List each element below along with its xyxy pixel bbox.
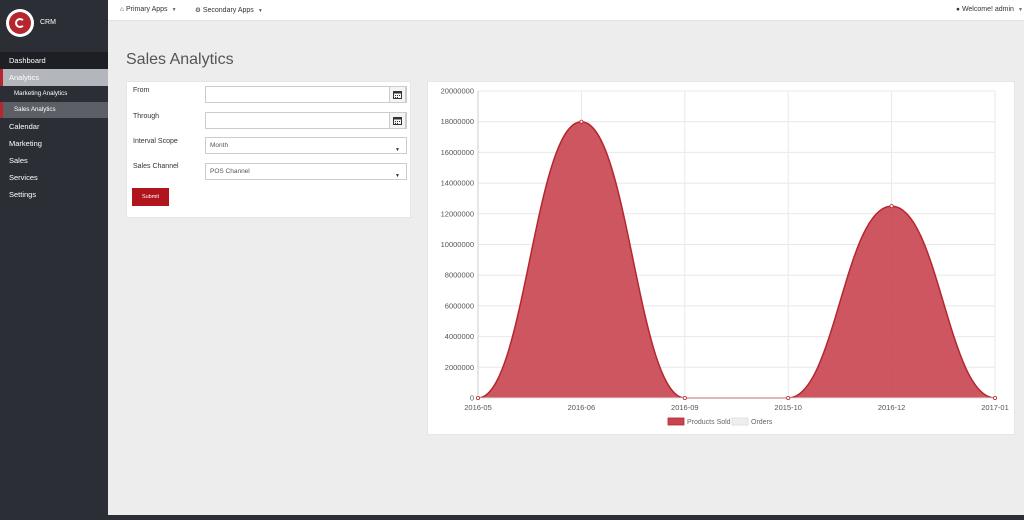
sidebar-item-sales-analytics[interactable]: Sales Analytics <box>0 102 108 118</box>
logo-area: CRM <box>0 0 108 45</box>
chevron-down-icon: ▼ <box>395 147 400 153</box>
data-point <box>682 395 687 400</box>
primary-apps-label: Primary Apps <box>125 6 168 13</box>
primary-apps-menu[interactable]: ⌂ Primary Apps ▼ <box>120 6 177 13</box>
filter-form-panel: From Through Interval Scope Month ▼ Sale… <box>126 81 411 218</box>
page-title: Sales Analytics <box>126 51 234 68</box>
sidebar-nav: Dashboard Analytics Marketing Analytics … <box>0 52 108 203</box>
sidebar-item-marketing-analytics[interactable]: Marketing Analytics <box>0 86 108 102</box>
y-tick-label: 0 <box>470 394 474 403</box>
gear-icon: ⚙ <box>195 7 201 14</box>
x-tick-label: 2016-05 <box>464 403 492 412</box>
sales-channel-value: POS Channel <box>210 168 250 175</box>
interval-scope-select[interactable]: Month ▼ <box>205 137 407 154</box>
data-point <box>993 395 998 400</box>
through-date-input[interactable] <box>205 112 407 129</box>
chevron-down-icon: ▼ <box>171 7 177 13</box>
y-tick-label: 8000000 <box>445 271 474 280</box>
crm-logo[interactable] <box>6 8 34 37</box>
user-menu[interactable]: ● Welcome! admin ▼ <box>956 6 1023 13</box>
footer-bar <box>108 515 1024 520</box>
y-tick-label: 20000000 <box>441 87 474 96</box>
sidebar-item-settings[interactable]: Settings <box>0 186 108 203</box>
data-point <box>579 119 584 124</box>
legend-swatch-orders <box>731 417 749 426</box>
data-point <box>889 204 894 209</box>
y-tick-label: 14000000 <box>441 179 474 188</box>
interval-scope-label: Interval Scope <box>133 138 178 145</box>
x-tick-label: 2017-01 <box>981 403 1009 412</box>
y-tick-label: 12000000 <box>441 209 474 218</box>
sidebar-item-sales[interactable]: Sales <box>0 152 108 169</box>
legend-label-products-sold: Products Sold <box>687 419 731 426</box>
submit-button[interactable]: Submit <box>132 188 169 206</box>
sales-channel-label: Sales Channel <box>133 163 179 170</box>
interval-scope-value: Month <box>210 142 229 149</box>
y-tick-label: 4000000 <box>445 332 474 341</box>
data-point <box>476 395 481 400</box>
x-tick-label: 2016-06 <box>568 403 596 412</box>
sidebar: CRM Dashboard Analytics Marketing Analyt… <box>0 0 108 520</box>
sidebar-item-dashboard[interactable]: Dashboard <box>0 52 108 69</box>
legend-swatch-products-sold <box>667 417 685 426</box>
sales-area-chart: 0 2000000 4000000 6000000 8000000 10000000 120… <box>441 87 1009 427</box>
from-label: From <box>133 87 150 94</box>
y-tick-label: 18000000 <box>441 117 474 126</box>
secondary-apps-label: Secondary Apps <box>202 7 254 14</box>
sidebar-item-services[interactable]: Services <box>0 169 108 186</box>
welcome-label: Welcome! admin <box>961 6 1014 13</box>
x-tick-label: 2016-12 <box>878 403 906 412</box>
calendar-icon[interactable] <box>389 86 406 103</box>
x-tick-label: 2015-10 <box>774 403 802 412</box>
calendar-icon[interactable] <box>389 112 406 129</box>
sales-chart-panel: 0 2000000 4000000 6000000 8000000 10000000 120… <box>427 81 1015 435</box>
y-tick-label: 2000000 <box>445 363 474 372</box>
sidebar-item-marketing[interactable]: Marketing <box>0 135 108 152</box>
through-label: Through <box>133 113 160 120</box>
home-icon: ⌂ <box>120 6 124 13</box>
legend-label-orders: Orders <box>751 419 773 426</box>
from-date-input[interactable] <box>205 86 407 103</box>
secondary-apps-menu[interactable]: ⚙ Secondary Apps ▼ <box>195 6 263 14</box>
chevron-down-icon: ▼ <box>1017 7 1023 13</box>
top-navbar: ⌂ Primary Apps ▼ ⚙ Secondary Apps ▼ ● Welcome… <box>108 0 1024 21</box>
chevron-down-icon: ▼ <box>257 8 263 14</box>
chevron-down-icon: ▼ <box>395 173 400 179</box>
x-tick-label: 2016-09 <box>671 403 699 412</box>
brand-name: CRM <box>40 19 56 26</box>
y-tick-label: 10000000 <box>441 240 474 249</box>
y-tick-label: 16000000 <box>441 148 474 157</box>
y-tick-label: 6000000 <box>445 301 474 310</box>
series-area-products-sold <box>478 121 995 398</box>
sales-channel-select[interactable]: POS Channel ▼ <box>205 163 407 180</box>
data-point <box>786 395 791 400</box>
sidebar-item-calendar[interactable]: Calendar <box>0 118 108 135</box>
sidebar-item-analytics[interactable]: Analytics <box>0 69 108 86</box>
user-icon: ● <box>956 6 960 13</box>
